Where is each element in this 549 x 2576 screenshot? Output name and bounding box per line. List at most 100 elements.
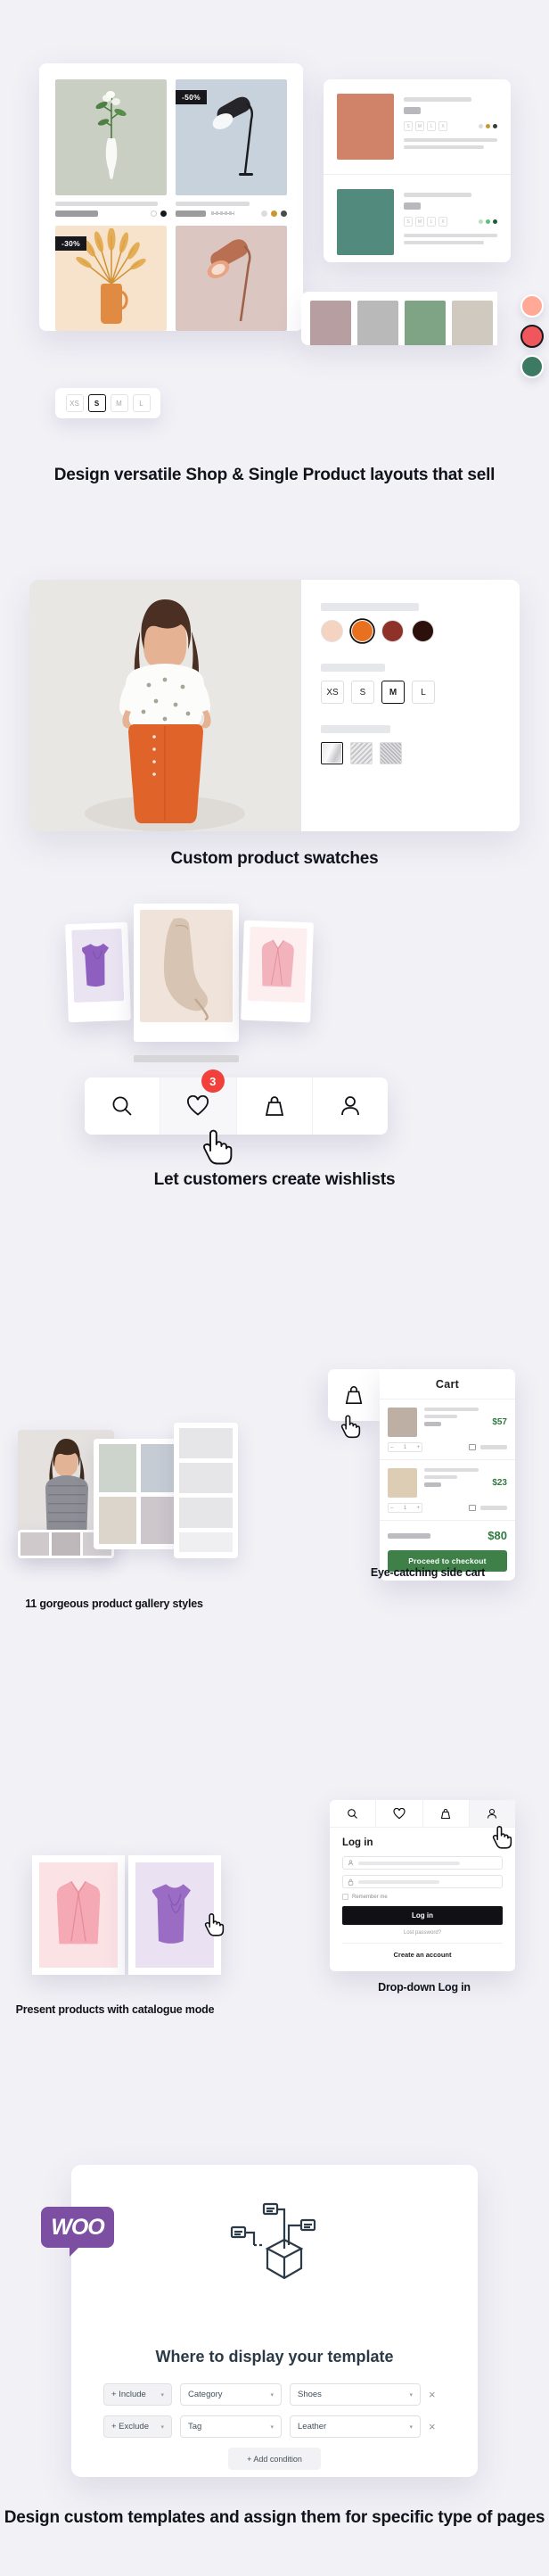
product-swatch-dots[interactable]	[261, 211, 287, 217]
size-chip[interactable]: X	[438, 121, 447, 131]
exclude-mode-select[interactable]: + Exclude ▾	[103, 2415, 172, 2438]
size-option-xs[interactable]: XS	[65, 394, 84, 412]
size-option-xs[interactable]: XS	[321, 681, 344, 704]
texture-swatch-chevron[interactable]	[350, 742, 373, 764]
remove-condition-button[interactable]: ×	[429, 2389, 436, 2400]
gallery-list-row[interactable]	[179, 1532, 233, 1552]
size-chip[interactable]: M	[415, 217, 424, 227]
color-swatch[interactable]	[321, 620, 343, 642]
cart-icon-button[interactable]	[235, 1077, 312, 1135]
polaroid-card-boot[interactable]	[134, 904, 239, 1042]
size-option-s[interactable]: S	[351, 681, 374, 704]
size-option-m[interactable]: M	[110, 394, 128, 412]
palette-swatch[interactable]	[405, 301, 446, 345]
size-option-m[interactable]: M	[381, 681, 405, 704]
condition-type-select[interactable]: Category ▾	[180, 2383, 282, 2406]
color-dot[interactable]	[486, 124, 490, 128]
include-mode-select[interactable]: + Include ▾	[103, 2383, 172, 2406]
password-field[interactable]	[342, 1875, 503, 1888]
size-option-l[interactable]: L	[412, 681, 435, 704]
swatch-dot[interactable]	[261, 211, 267, 217]
gallery-list-card[interactable]	[174, 1423, 238, 1558]
catalogue-page-left[interactable]	[32, 1855, 125, 1975]
search-icon-button[interactable]	[330, 1800, 375, 1827]
swatch-dot[interactable]	[281, 211, 287, 217]
swatch-dot[interactable]	[271, 211, 277, 217]
remember-me-row[interactable]: Remember me	[342, 1894, 503, 1900]
polaroid-card-blazer[interactable]	[241, 920, 314, 1023]
wishlist-icon-button[interactable]	[375, 1800, 422, 1827]
color-dot[interactable]	[479, 219, 483, 224]
color-dot[interactable]	[479, 124, 483, 128]
condition-type-select[interactable]: Tag ▾	[180, 2415, 282, 2438]
color-pill[interactable]	[520, 294, 544, 318]
condition-value-select[interactable]: Shoes ▾	[290, 2383, 421, 2406]
list-item-sizes[interactable]: S M L X	[404, 121, 497, 131]
color-dot[interactable]	[486, 219, 490, 224]
qty-plus[interactable]: +	[416, 1506, 420, 1511]
list-item-sizes[interactable]: S M L X	[404, 217, 497, 227]
gallery-grid-card[interactable]	[94, 1439, 183, 1549]
remove-condition-button[interactable]: ×	[429, 2421, 436, 2432]
qty-minus[interactable]: –	[390, 1506, 393, 1511]
texture-swatch-satin[interactable]	[321, 742, 343, 764]
gallery-list-row[interactable]	[179, 1463, 233, 1493]
color-dot[interactable]	[493, 219, 497, 224]
gallery-cell[interactable]	[99, 1496, 136, 1544]
texture-swatch-tweed[interactable]	[380, 742, 402, 764]
texture-option-row[interactable]	[321, 742, 500, 764]
color-dot[interactable]	[493, 124, 497, 128]
quantity-stepper[interactable]: – 1 +	[388, 1503, 422, 1513]
size-option-l[interactable]: L	[132, 394, 151, 412]
product-card[interactable]	[55, 79, 167, 217]
cart-icon-button[interactable]	[422, 1800, 469, 1827]
swatch-dot[interactable]	[160, 211, 167, 217]
color-swatch-row[interactable]	[321, 620, 500, 642]
size-option-row[interactable]: XS S M L	[321, 681, 500, 704]
create-account-link[interactable]: Create an account	[342, 1943, 503, 1959]
quantity-stepper[interactable]: – 1 +	[388, 1442, 422, 1452]
color-swatch[interactable]	[381, 620, 404, 642]
username-field[interactable]	[342, 1856, 503, 1870]
size-chip[interactable]: S	[404, 217, 413, 227]
swatch-dot[interactable]	[151, 211, 157, 217]
list-item-colors[interactable]	[479, 121, 497, 131]
remember-me-checkbox[interactable]	[342, 1894, 348, 1900]
qty-minus[interactable]: –	[390, 1445, 393, 1450]
size-chip[interactable]: L	[427, 121, 436, 131]
list-item[interactable]: S M L X	[324, 174, 511, 269]
gallery-cell[interactable]	[140, 1444, 177, 1492]
list-item[interactable]: S M L X	[324, 79, 511, 174]
gallery-thumb[interactable]	[20, 1532, 49, 1556]
color-swatch[interactable]	[412, 620, 434, 642]
color-pill[interactable]	[520, 325, 544, 348]
size-chip[interactable]: L	[427, 217, 436, 227]
polaroid-card-dress[interactable]	[65, 921, 131, 1023]
search-icon-button[interactable]	[85, 1077, 160, 1135]
size-option-s[interactable]: S	[87, 394, 106, 412]
palette-swatch[interactable]	[452, 301, 493, 345]
account-icon-button[interactable]	[311, 1077, 388, 1135]
color-swatch-selected[interactable]	[351, 620, 373, 642]
palette-swatch[interactable]	[357, 301, 398, 345]
login-submit-button[interactable]: Log in	[342, 1906, 503, 1925]
color-pill[interactable]	[520, 355, 544, 378]
product-card[interactable]: -50%	[176, 79, 287, 217]
product-card[interactable]: -30%	[55, 226, 167, 331]
gallery-list-row[interactable]	[179, 1498, 233, 1528]
qty-plus[interactable]: +	[416, 1445, 420, 1450]
add-condition-button[interactable]: + Add condition	[228, 2448, 321, 2470]
gallery-thumb[interactable]	[52, 1532, 80, 1556]
gallery-list-row[interactable]	[179, 1428, 233, 1458]
condition-value-select[interactable]: Leather ▾	[290, 2415, 421, 2438]
product-card[interactable]	[176, 226, 287, 331]
size-chip[interactable]: X	[438, 217, 447, 227]
product-swatch-dots[interactable]	[151, 211, 167, 217]
palette-swatch[interactable]	[310, 301, 351, 345]
gallery-cell[interactable]	[140, 1496, 177, 1544]
gallery-cell[interactable]	[99, 1444, 136, 1492]
size-chip[interactable]: M	[415, 121, 424, 131]
size-chip[interactable]: S	[404, 121, 413, 131]
lost-password-link[interactable]: Lost password?	[342, 1930, 503, 1936]
list-item-colors[interactable]	[479, 217, 497, 227]
